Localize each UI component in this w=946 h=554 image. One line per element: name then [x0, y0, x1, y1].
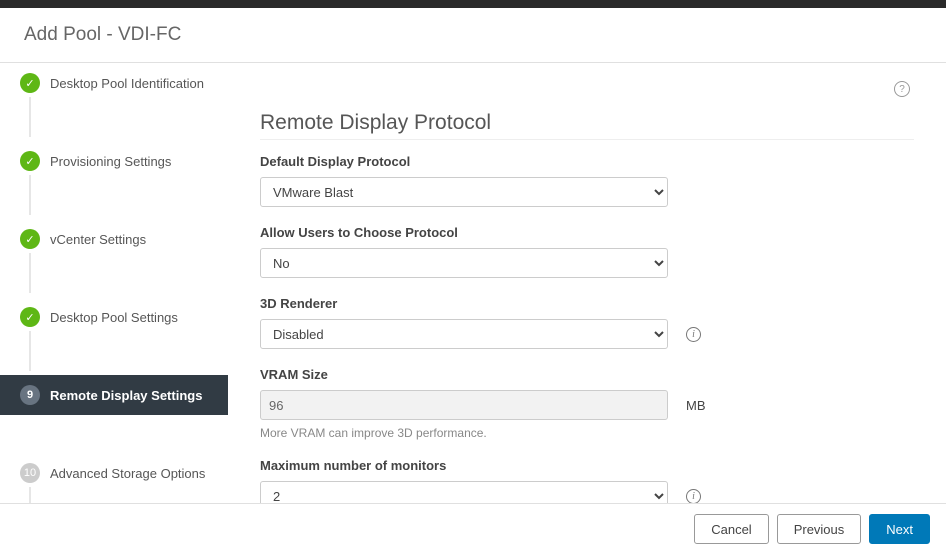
step-connector: [29, 97, 31, 137]
step-label: Desktop Pool Identification: [50, 76, 204, 91]
step-connector: [29, 253, 31, 293]
step-label: Advanced Storage Options: [50, 466, 205, 481]
field-label: Default Display Protocol: [260, 154, 914, 169]
info-icon[interactable]: i: [686, 327, 701, 342]
field-allow-choose: Allow Users to Choose Protocol No: [260, 225, 914, 278]
modal-body: ✓ Desktop Pool Identification ✓ Provisio…: [0, 63, 946, 503]
renderer-3d-select[interactable]: Disabled: [260, 319, 668, 349]
modal-footer: Cancel Previous Next: [0, 503, 946, 554]
modal-header: Add Pool - VDI-FC: [0, 8, 946, 63]
vram-hint: More VRAM can improve 3D performance.: [260, 426, 914, 440]
step-label: Desktop Pool Settings: [50, 310, 178, 325]
step-connector: [29, 331, 31, 371]
previous-button[interactable]: Previous: [777, 514, 862, 544]
step-vcenter-settings[interactable]: ✓ vCenter Settings: [0, 219, 228, 259]
cancel-button[interactable]: Cancel: [694, 514, 768, 544]
field-label: 3D Renderer: [260, 296, 914, 311]
check-icon: ✓: [20, 229, 40, 249]
field-vram-size: VRAM Size MB More VRAM can improve 3D pe…: [260, 367, 914, 440]
check-icon: ✓: [20, 73, 40, 93]
info-icon[interactable]: i: [686, 489, 701, 504]
check-icon: ✓: [20, 151, 40, 171]
field-default-protocol: Default Display Protocol VMware Blast: [260, 154, 914, 207]
form-content[interactable]: ? Remote Display Protocol Default Displa…: [228, 63, 946, 503]
step-connector: [29, 175, 31, 215]
step-provisioning-settings[interactable]: ✓ Provisioning Settings: [0, 141, 228, 181]
allow-choose-select[interactable]: No: [260, 248, 668, 278]
field-label: VRAM Size: [260, 367, 914, 382]
step-desktop-pool-settings[interactable]: ✓ Desktop Pool Settings: [0, 297, 228, 337]
field-label: Maximum number of monitors: [260, 458, 914, 473]
add-pool-modal: Add Pool - VDI-FC ✓ Desktop Pool Identif…: [0, 0, 946, 554]
help-icon[interactable]: ?: [894, 81, 910, 97]
step-connector: [29, 487, 31, 503]
step-number-icon: 10: [20, 463, 40, 483]
check-icon: ✓: [20, 307, 40, 327]
default-protocol-select[interactable]: VMware Blast: [260, 177, 668, 207]
wizard-sidebar[interactable]: ✓ Desktop Pool Identification ✓ Provisio…: [0, 63, 228, 503]
vram-unit: MB: [686, 398, 706, 413]
step-advanced-storage-options[interactable]: 10 Advanced Storage Options: [0, 453, 228, 493]
step-remote-display-settings[interactable]: 9 Remote Display Settings: [0, 375, 228, 415]
next-button[interactable]: Next: [869, 514, 930, 544]
step-label: Provisioning Settings: [50, 154, 171, 169]
step-desktop-pool-identification[interactable]: ✓ Desktop Pool Identification: [0, 63, 228, 103]
field-max-monitors: Maximum number of monitors 2 i Might req…: [260, 458, 914, 503]
field-label: Allow Users to Choose Protocol: [260, 225, 914, 240]
step-number-icon: 9: [20, 385, 40, 405]
section-title: Remote Display Protocol: [260, 111, 914, 140]
modal-title: Add Pool - VDI-FC: [24, 24, 922, 46]
max-monitors-select[interactable]: 2: [260, 481, 668, 503]
vram-size-input: [260, 390, 668, 420]
field-3d-renderer: 3D Renderer Disabled i: [260, 296, 914, 349]
step-label: vCenter Settings: [50, 232, 146, 247]
step-label: Remote Display Settings: [50, 388, 202, 403]
